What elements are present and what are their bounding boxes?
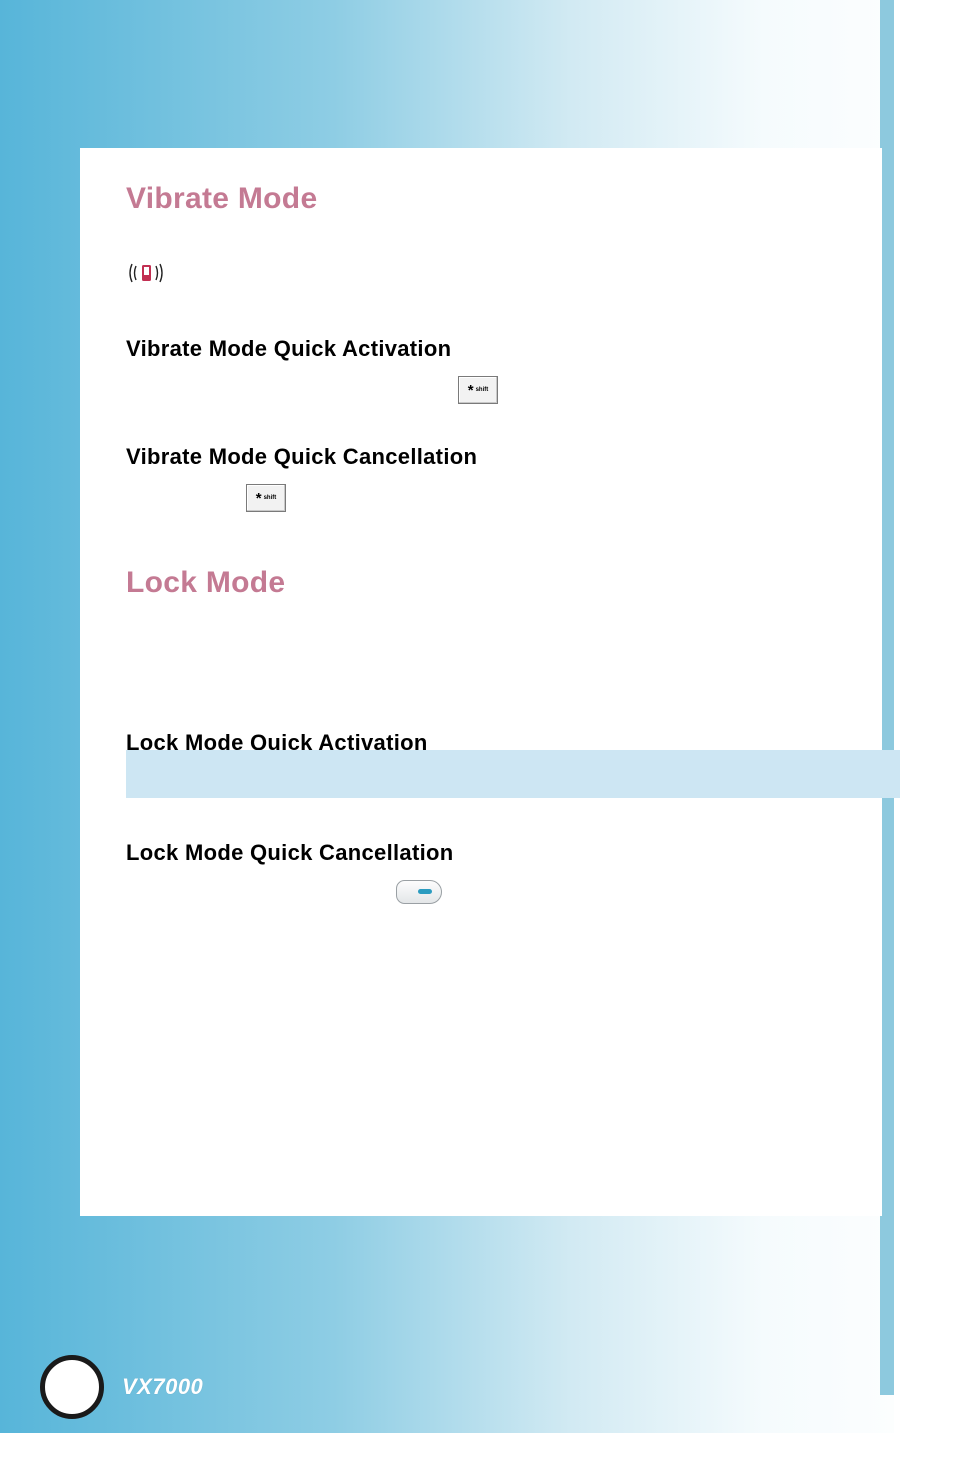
star-key-symbol: * bbox=[468, 383, 474, 398]
page-number-circle bbox=[40, 1355, 104, 1419]
star-key-sublabels: shift bbox=[476, 387, 489, 393]
vibrate-icon-row bbox=[126, 258, 836, 288]
vertical-accent-bar bbox=[880, 0, 894, 1395]
heading-vibrate-activation: Vibrate Mode Quick Activation bbox=[126, 336, 836, 362]
page-footer: VX7000 bbox=[40, 1355, 203, 1419]
content-panel: Vibrate Mode Vibrate Mode Quick Activati… bbox=[80, 148, 882, 1216]
content-area: Vibrate Mode Vibrate Mode Quick Activati… bbox=[80, 148, 882, 904]
heading-lock-cancellation: Lock Mode Quick Cancellation bbox=[126, 840, 836, 866]
heading-vibrate-cancellation: Vibrate Mode Quick Cancellation bbox=[126, 444, 836, 470]
right-softkey-icon bbox=[396, 880, 442, 904]
lock-cancellation-line bbox=[394, 880, 836, 904]
star-key-sublabels: shift bbox=[264, 495, 277, 501]
note-box bbox=[126, 750, 900, 798]
vibrate-icon bbox=[126, 258, 166, 288]
right-margin bbox=[894, 0, 954, 1469]
bottom-margin bbox=[0, 1433, 894, 1469]
manual-page: Vibrate Mode Vibrate Mode Quick Activati… bbox=[0, 0, 954, 1469]
section-title-lock: Lock Mode bbox=[126, 566, 836, 600]
vibrate-activation-line: * shift bbox=[456, 376, 836, 404]
model-label: VX7000 bbox=[122, 1374, 203, 1400]
star-key-icon: * shift bbox=[458, 376, 498, 404]
star-key-symbol: * bbox=[256, 491, 262, 506]
vibrate-cancellation-line: * shift bbox=[244, 484, 836, 512]
section-title-vibrate: Vibrate Mode bbox=[126, 182, 836, 216]
star-key-icon: * shift bbox=[246, 484, 286, 512]
